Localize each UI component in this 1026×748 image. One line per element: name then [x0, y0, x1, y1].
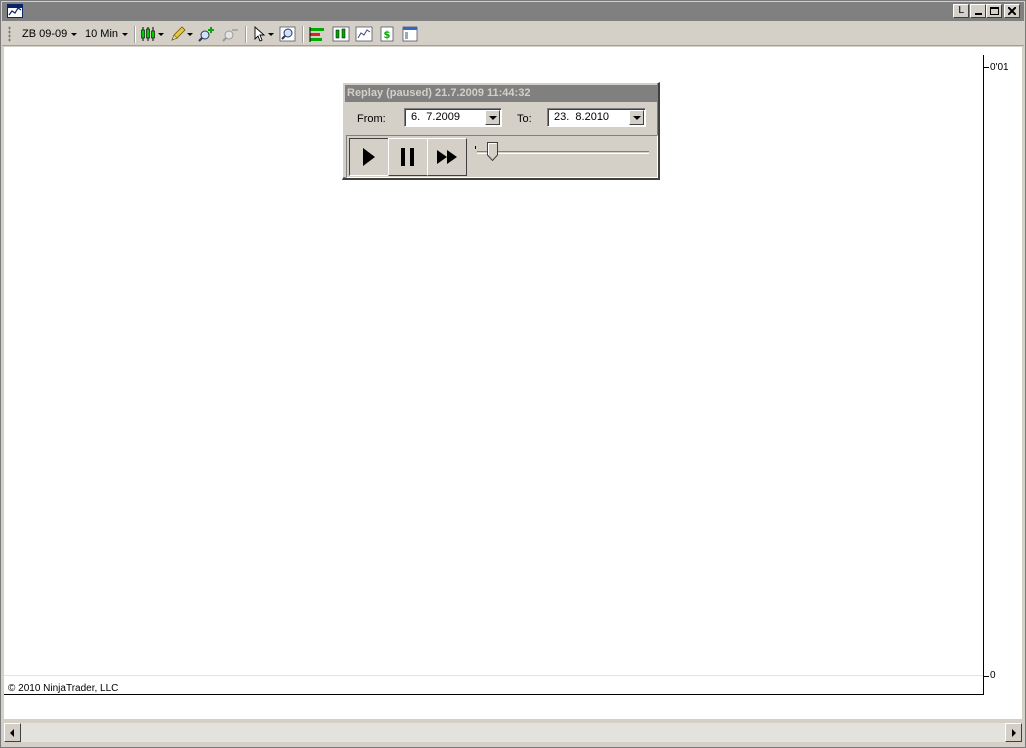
replay-panel: Replay (paused) 21.7.2009 11:44:32 From:… [342, 82, 660, 180]
chart-window: L ZB 09-09 10 Min $ 0'01 0 © 2010 NinjaT… [0, 0, 1026, 748]
pencil-icon[interactable] [169, 25, 187, 43]
dollar-icon[interactable]: $ [378, 25, 396, 43]
interval-selector[interactable]: 10 Min [85, 28, 118, 40]
y-axis-line [983, 55, 984, 695]
maximize-icon [989, 7, 999, 15]
data-box-icon[interactable] [401, 25, 419, 43]
search-icon[interactable] [279, 25, 297, 43]
close-button[interactable] [1004, 4, 1020, 18]
minimize-button[interactable] [970, 4, 986, 18]
from-date-value: 6. 7.2009 [411, 111, 460, 123]
chart-icon[interactable] [7, 4, 23, 18]
y-axis-tick [984, 676, 989, 677]
toolbar-grip[interactable] [8, 26, 11, 42]
from-date-picker[interactable]: 6. 7.2009 [404, 108, 502, 127]
fast-forward-button[interactable] [427, 138, 467, 176]
replay-title[interactable]: Replay (paused) 21.7.2009 11:44:32 [345, 85, 657, 102]
copyright-notice: © 2010 NinjaTrader, LLC [8, 683, 119, 694]
replay-slider-thumb[interactable] [487, 142, 498, 161]
indicators-icon[interactable] [308, 25, 326, 43]
zoom-in-icon[interactable] [198, 25, 216, 43]
x-axis-line [4, 694, 984, 695]
restore-layout-button[interactable]: L [953, 4, 969, 18]
from-label: From: [357, 113, 386, 125]
candlestick-icon[interactable] [140, 25, 158, 43]
to-date-value: 23. 8.2010 [554, 111, 610, 123]
chart-properties-icon[interactable] [355, 25, 373, 43]
svg-text:$: $ [384, 30, 391, 41]
maximize-button[interactable] [986, 4, 1002, 18]
y-axis-tick [984, 67, 989, 68]
chart-toolbar: ZB 09-09 10 Min $ [2, 22, 1024, 46]
pointer-icon[interactable] [251, 25, 269, 43]
title-bar[interactable]: L [2, 2, 1024, 21]
zoom-out-icon[interactable] [222, 25, 240, 43]
instrument-selector[interactable]: ZB 09-09 [22, 28, 67, 40]
scroll-right-button[interactable] [1005, 723, 1022, 742]
close-icon [1008, 7, 1016, 15]
chevron-down-icon[interactable] [71, 33, 77, 36]
toolbar-separator [302, 26, 304, 43]
toolbar-separator [134, 26, 136, 43]
chevron-down-icon[interactable] [485, 110, 500, 125]
y-axis-label-bottom: 0 [990, 670, 996, 681]
gridline [4, 675, 984, 676]
scroll-left-button[interactable] [4, 723, 21, 742]
chevron-down-icon[interactable] [122, 33, 128, 36]
play-button[interactable] [349, 138, 389, 176]
horizontal-scrollbar[interactable] [4, 723, 1022, 742]
chevron-down-icon[interactable] [268, 33, 274, 36]
to-date-picker[interactable]: 23. 8.2010 [547, 108, 646, 127]
fast-forward-icon [437, 150, 457, 164]
play-icon [363, 148, 375, 166]
chevron-down-icon[interactable] [629, 110, 644, 125]
minimize-icon [974, 13, 982, 15]
toolbar-separator [245, 26, 247, 43]
pause-button[interactable] [388, 138, 428, 176]
slider-tick [475, 146, 476, 149]
y-axis-label-top: 0'01 [990, 62, 1009, 73]
strategies-icon[interactable] [332, 25, 350, 43]
pause-icon [401, 148, 414, 166]
playback-controls [346, 135, 658, 178]
replay-slider-track[interactable] [477, 151, 649, 154]
chevron-down-icon[interactable] [187, 33, 193, 36]
chevron-down-icon[interactable] [158, 33, 164, 36]
restore-layout-label: L [958, 5, 964, 16]
to-label: To: [517, 113, 532, 125]
